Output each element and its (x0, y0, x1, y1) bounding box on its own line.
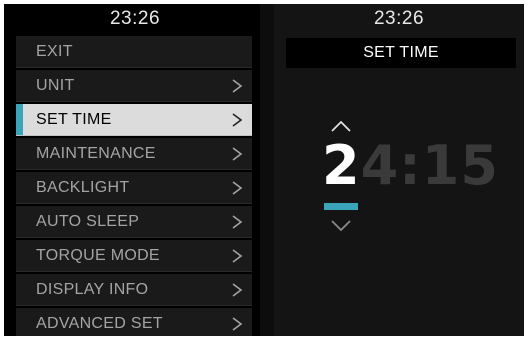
menu-item-label: DISPLAY INFO (36, 281, 149, 298)
detail-panel: 23:26 SET TIME 24:15 (274, 4, 524, 336)
chevron-right-icon (230, 215, 244, 229)
menu-panel: 23:26 EXIT UNIT SET TIME MAINTENANCE BAC… (16, 4, 254, 336)
menu-item-label: TORQUE MODE (36, 247, 160, 264)
right-clock: 23:26 (373, 8, 425, 29)
menu-item-display-info[interactable]: DISPLAY INFO (16, 274, 252, 306)
menu-item-unit[interactable]: UNIT (16, 70, 252, 102)
menu-item-label: SET TIME (36, 111, 112, 128)
menu-item-torque-mode[interactable]: TORQUE MODE (16, 240, 252, 272)
menu-item-label: AUTO SLEEP (36, 213, 140, 230)
menu-item-label: EXIT (36, 43, 73, 60)
chevron-right-icon (230, 249, 244, 263)
menu-item-auto-sleep[interactable]: AUTO SLEEP (16, 206, 252, 238)
menu-item-label: BACKLIGHT (36, 179, 130, 196)
menu-item-label: MAINTENANCE (36, 145, 156, 162)
digit-cursor-underline (324, 203, 358, 210)
chevron-right-icon (230, 317, 244, 331)
menu-item-exit[interactable]: EXIT (16, 36, 252, 68)
panel-divider (260, 4, 274, 336)
settings-menu: EXIT UNIT SET TIME MAINTENANCE BACKLIGHT… (16, 36, 252, 336)
menu-item-advanced-set[interactable]: ADVANCED SET (16, 308, 252, 336)
time-editor: 24:15 (274, 112, 524, 242)
remaining-digits: 4:15 (360, 134, 499, 197)
device-screen: 23:26 EXIT UNIT SET TIME MAINTENANCE BAC… (4, 4, 524, 336)
chevron-right-icon (230, 113, 244, 127)
menu-item-backlight[interactable]: BACKLIGHT (16, 172, 252, 204)
left-clock: 23:26 (109, 8, 161, 29)
chevron-down-icon[interactable] (331, 219, 351, 237)
menu-item-label: UNIT (36, 77, 75, 94)
chevron-right-icon (230, 147, 244, 161)
selection-indicator (16, 104, 23, 135)
chevron-right-icon (230, 283, 244, 297)
time-value: 24:15 (322, 134, 499, 198)
page-title: SET TIME (286, 38, 516, 68)
chevron-right-icon (230, 79, 244, 93)
chevron-right-icon (230, 181, 244, 195)
menu-item-maintenance[interactable]: MAINTENANCE (16, 138, 252, 170)
active-digit[interactable]: 2 (322, 134, 361, 197)
menu-item-set-time[interactable]: SET TIME (16, 104, 252, 136)
menu-item-label: ADVANCED SET (36, 315, 163, 332)
